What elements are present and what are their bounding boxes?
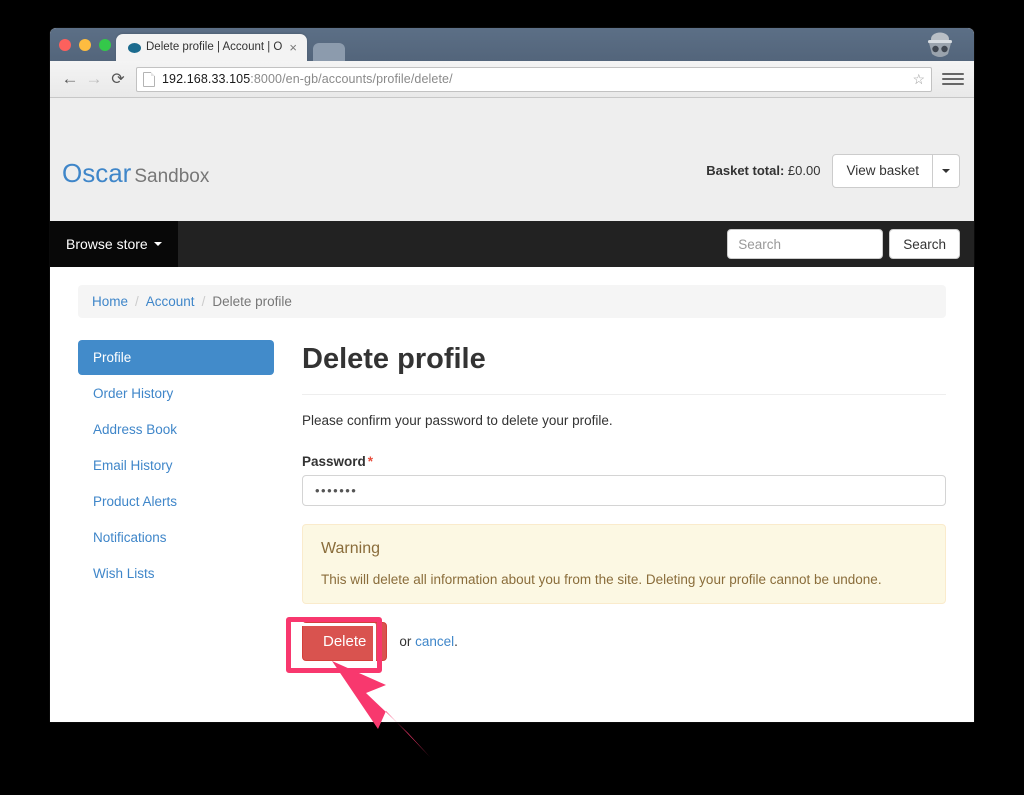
view-basket-button[interactable]: View basket: [832, 154, 933, 188]
chevron-down-icon: [942, 168, 950, 173]
basket-total: Basket total: £0.00: [706, 163, 820, 178]
sidebar-item-notifications[interactable]: Notifications: [78, 520, 274, 555]
intro-text: Please confirm your password to delete y…: [302, 412, 613, 428]
warning-alert: Warning This will delete all information…: [302, 523, 946, 604]
page-title: Delete profile: [302, 343, 486, 375]
password-label: Password *: [302, 454, 946, 469]
oscar-favicon-icon: [128, 42, 141, 53]
warning-title: Warning: [321, 539, 380, 557]
basket-area: Basket total: £0.00 View basket: [706, 154, 960, 188]
breadcrumb-current: Delete profile: [212, 294, 292, 309]
delete-button[interactable]: Delete: [302, 621, 388, 662]
cancel-link[interactable]: cancel: [415, 634, 454, 649]
warning-text: This will delete all information about y…: [321, 571, 882, 587]
password-label-text: Password: [302, 453, 366, 469]
page-info-icon: [143, 71, 155, 87]
breadcrumb-separator: /: [201, 294, 206, 309]
main-column: Delete profile Please confirm your passw…: [274, 340, 946, 662]
delete-profile-form: Password* Warning This will delete all i…: [302, 454, 946, 662]
window-controls: [59, 39, 111, 51]
cancel-text: or cancel.: [399, 634, 458, 649]
minimize-window-button[interactable]: [79, 39, 91, 51]
tab-title: Delete profile | Account | O: [146, 41, 283, 53]
site-logo[interactable]: Oscar Sandbox: [62, 160, 209, 186]
url-path: :8000/en-gb/accounts/profile/delete/: [250, 72, 453, 86]
required-marker: *: [367, 453, 374, 469]
title-divider: [302, 393, 946, 395]
breadcrumb-separator: /: [135, 294, 139, 309]
page-viewport: Oscar Sandbox Basket total: £0.00 View ba…: [50, 98, 974, 722]
back-icon[interactable]: ←: [58, 67, 82, 91]
breadcrumb: Home / Account / Delete profile: [78, 285, 946, 318]
basket-total-value: £0.00: [787, 163, 821, 179]
page-content: Home / Account / Delete profile Profile …: [50, 267, 974, 662]
main-navbar: Browse store Search: [50, 221, 974, 267]
new-tab-button[interactable]: [312, 43, 345, 61]
site-header: Oscar Sandbox Basket total: £0.00 View ba…: [50, 98, 974, 221]
brand-primary-text: Oscar: [62, 158, 132, 188]
view-basket-group: View basket: [832, 154, 960, 188]
browser-window: Delete profile | Account | O × ← → ⟳ 192…: [50, 28, 974, 722]
basket-dropdown-button[interactable]: [933, 154, 960, 188]
password-input[interactable]: [302, 474, 946, 506]
search-button[interactable]: Search: [889, 229, 960, 259]
basket-total-label: Basket total:: [706, 163, 785, 179]
close-window-button[interactable]: [59, 39, 71, 51]
url-host: 192.168.33.105: [162, 72, 251, 86]
browse-store-label: Browse store: [66, 236, 148, 252]
browser-titlebar: Delete profile | Account | O ×: [50, 28, 974, 61]
address-bar[interactable]: 192.168.33.105:8000/en-gb/accounts/profi…: [136, 66, 932, 92]
sidebar-item-order-history[interactable]: Order History: [78, 376, 274, 411]
breadcrumb-account[interactable]: Account: [146, 294, 195, 309]
browser-menu-icon[interactable]: [940, 68, 966, 90]
url-text: 192.168.33.105:8000/en-gb/accounts/profi…: [162, 72, 453, 86]
trailing-period: .: [454, 634, 458, 650]
browser-tabstrip: Delete profile | Account | O ×: [116, 34, 345, 61]
browser-tab[interactable]: Delete profile | Account | O ×: [116, 34, 307, 61]
chevron-down-icon: [153, 242, 162, 246]
sidebar-item-address-book[interactable]: Address Book: [78, 412, 274, 447]
maximize-window-button[interactable]: [99, 39, 111, 51]
sidebar-item-wish-lists[interactable]: Wish Lists: [78, 556, 274, 591]
brand-secondary-text: Sandbox: [134, 166, 210, 187]
forward-icon: →: [85, 69, 103, 88]
form-actions: Delete or cancel.: [302, 621, 946, 662]
search-input[interactable]: [727, 229, 884, 259]
sidebar-item-email-history[interactable]: Email History: [78, 448, 274, 483]
incognito-icon: [920, 30, 960, 63]
bookmark-star-icon[interactable]: ☆: [904, 71, 925, 88]
or-label: or: [399, 634, 416, 650]
sidebar-item-product-alerts[interactable]: Product Alerts: [78, 484, 274, 519]
browser-toolbar: ← → ⟳ 192.168.33.105:8000/en-gb/accounts…: [50, 61, 974, 98]
content-row: Profile Order History Address Book Email…: [78, 340, 946, 662]
browse-store-menu[interactable]: Browse store: [50, 221, 178, 267]
navbar-search-form: Search: [727, 229, 960, 259]
close-tab-icon[interactable]: ×: [289, 41, 297, 54]
breadcrumb-home[interactable]: Home: [92, 294, 128, 309]
account-sidebar: Profile Order History Address Book Email…: [78, 340, 274, 661]
sidebar-item-profile[interactable]: Profile: [78, 340, 274, 375]
reload-icon[interactable]: ⟳: [106, 67, 130, 91]
